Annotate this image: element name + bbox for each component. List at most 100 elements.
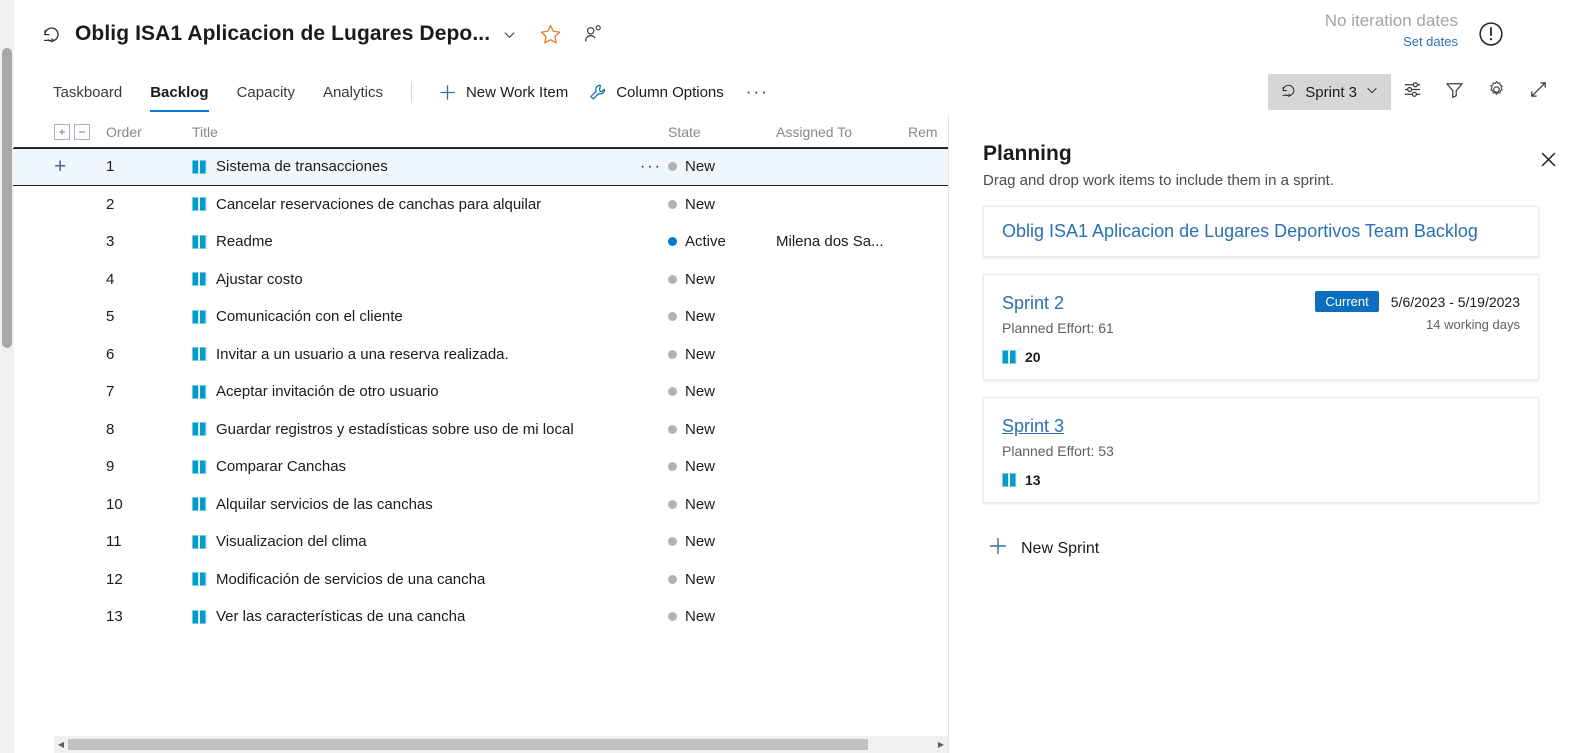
- page-vertical-scrollbar[interactable]: [0, 0, 14, 753]
- grid-scroll-thumb[interactable]: [68, 739, 868, 750]
- table-row[interactable]: 3Readme···ActiveMilena dos Sa...: [14, 223, 948, 261]
- star-icon[interactable]: [539, 23, 562, 46]
- table-row[interactable]: 12 Modificación de servicios de una canch…: [14, 561, 948, 599]
- status-badge: [668, 462, 677, 472]
- column-header-order[interactable]: Order: [106, 124, 192, 140]
- row-state: New: [668, 421, 776, 438]
- more-commands-button[interactable]: ···: [734, 75, 781, 109]
- row-assigned-to: Milena dos Sa...: [776, 233, 884, 251]
- funnel-icon: [1444, 79, 1465, 105]
- row-title[interactable]: Guardar registros y estadísticas sobre u…: [192, 421, 634, 438]
- row-title[interactable]: Comunicación con el cliente: [192, 308, 634, 325]
- team-backlog-link[interactable]: Oblig ISA1 Aplicacion de Lugares Deporti…: [1002, 221, 1478, 241]
- row-title[interactable]: Invitar a un usuario a una reserva reali…: [192, 346, 634, 363]
- user-story-icon: [192, 384, 207, 399]
- table-row[interactable]: 8 Guardar registros y estadísticas sobre …: [14, 411, 948, 449]
- tab-analytics[interactable]: Analytics: [309, 68, 397, 116]
- row-state: New: [668, 608, 776, 625]
- row-title[interactable]: Visualizacion del clima: [192, 533, 634, 550]
- table-row[interactable]: 9Comparar Canchas···New: [14, 448, 948, 486]
- tab-taskboard[interactable]: Taskboard: [38, 68, 136, 116]
- sprint-picker-button[interactable]: Sprint 3: [1268, 74, 1391, 110]
- row-title[interactable]: Ajustar costo: [192, 271, 634, 288]
- set-dates-link[interactable]: Set dates: [1325, 32, 1458, 52]
- row-state-text: New: [685, 308, 716, 326]
- status-badge: [668, 387, 677, 397]
- row-order: 13: [106, 608, 123, 626]
- row-title[interactable]: Readme: [192, 233, 634, 250]
- new-sprint-label: New Sprint: [1021, 539, 1100, 557]
- new-work-item-button[interactable]: New Work Item: [428, 75, 578, 109]
- row-order: 10: [106, 495, 123, 513]
- row-order: 7: [106, 383, 115, 401]
- sprint-name-link[interactable]: Sprint 3: [1002, 414, 1114, 438]
- row-state-text: Active: [685, 233, 726, 251]
- row-title[interactable]: Aceptar invitación de otro usuario: [192, 383, 634, 400]
- row-state: Active: [668, 233, 776, 250]
- settings-button[interactable]: [1475, 74, 1517, 110]
- expand-collapse-controls: + −: [54, 123, 106, 140]
- row-title-text: Sistema de transacciones: [216, 158, 388, 176]
- scroll-left-arrow[interactable]: ◀: [54, 740, 68, 749]
- row-state-text: New: [685, 158, 716, 176]
- table-row[interactable]: 11Visualizacion del clima···New: [14, 523, 948, 561]
- new-sprint-button[interactable]: New Sprint: [983, 529, 1539, 568]
- team-backlog-card[interactable]: Oblig ISA1 Aplicacion de Lugares Deporti…: [983, 206, 1539, 257]
- table-row[interactable]: 10Alquilar servicios de las canchas···Ne…: [14, 486, 948, 524]
- row-state-text: New: [685, 533, 716, 551]
- column-options-button[interactable]: Column Options: [578, 75, 734, 109]
- row-context-menu-button[interactable]: ···: [634, 158, 668, 176]
- fullscreen-button[interactable]: [1517, 74, 1559, 110]
- filter-button[interactable]: [1433, 74, 1475, 110]
- follow-person-icon[interactable]: [582, 23, 604, 45]
- grid-horizontal-scrollbar[interactable]: ◀ ▶: [54, 736, 948, 753]
- chevron-down-icon[interactable]: [502, 27, 517, 42]
- row-title-text: Modificación de servicios de una cancha: [216, 570, 486, 588]
- row-state-text: New: [685, 270, 716, 288]
- user-story-icon: [192, 422, 207, 437]
- table-row[interactable]: +1 Sistema de transacciones ··· New: [13, 148, 948, 186]
- column-header-state[interactable]: State: [668, 124, 776, 140]
- row-title[interactable]: Modificación de servicios de una cancha: [192, 571, 634, 588]
- row-title[interactable]: Comparar Canchas: [192, 458, 634, 475]
- row-order: 6: [106, 345, 115, 363]
- row-title-text: Comunicación con el cliente: [216, 308, 403, 326]
- no-iteration-dates-label: No iteration dates: [1324, 11, 1458, 30]
- gear-icon: [1486, 79, 1507, 105]
- status-badge: [668, 537, 677, 547]
- close-icon[interactable]: [1535, 146, 1561, 172]
- grid-rows: +1 Sistema de transacciones ··· New 2 Cancela…: [13, 148, 948, 636]
- table-row[interactable]: 5Comunicación con el cliente···New: [14, 298, 948, 336]
- table-row[interactable]: 4Ajustar costo···New: [14, 261, 948, 299]
- expand-all-icon[interactable]: +: [54, 123, 70, 140]
- sprint-name-link[interactable]: Sprint 2: [1002, 291, 1114, 315]
- table-row[interactable]: 6 Invitar a un usuario a una reserva real…: [14, 336, 948, 374]
- warning-circle-icon[interactable]: [1477, 20, 1505, 53]
- row-title[interactable]: Alquilar servicios de las canchas: [192, 496, 634, 513]
- collapse-all-icon[interactable]: −: [74, 123, 90, 140]
- row-order: 9: [106, 458, 115, 476]
- row-title-text: Ver las características de una cancha: [216, 608, 466, 626]
- view-options-button[interactable]: [1391, 74, 1433, 110]
- scroll-right-arrow[interactable]: ▶: [934, 740, 948, 749]
- row-title[interactable]: Ver las características de una cancha: [192, 608, 634, 625]
- grid-scroll-track[interactable]: [68, 736, 934, 753]
- user-story-icon: [192, 309, 207, 324]
- table-row[interactable]: 7Aceptar invitación de otro usuario···Ne…: [14, 373, 948, 411]
- page-vertical-scrollbar-thumb[interactable]: [2, 48, 12, 348]
- row-title[interactable]: Cancelar reservaciones de canchas para a…: [192, 196, 634, 213]
- main-content: Oblig ISA1 Aplicacion de Lugares Depo...…: [13, 0, 1583, 753]
- tab-capacity-label: Capacity: [236, 83, 295, 101]
- column-header-title[interactable]: Title: [192, 124, 668, 140]
- sprint-card[interactable]: Sprint 3 Planned Effort: 53 13: [983, 397, 1539, 503]
- new-work-item-label: New Work Item: [465, 83, 569, 101]
- table-row[interactable]: 2 Cancelar reservaciones de canchas para …: [14, 186, 948, 224]
- column-header-remaining[interactable]: Rem: [908, 124, 948, 140]
- table-row[interactable]: 13Ver las características de una cancha·…: [14, 598, 948, 636]
- tab-backlog[interactable]: Backlog: [136, 68, 222, 116]
- row-title[interactable]: Sistema de transacciones: [192, 158, 634, 175]
- add-child-button[interactable]: +: [54, 155, 106, 179]
- sprint-card[interactable]: Sprint 2 Planned Effort: 61 Current 5/6/202…: [983, 274, 1539, 380]
- tab-capacity[interactable]: Capacity: [223, 68, 309, 116]
- column-header-assigned-to[interactable]: Assigned To: [776, 124, 908, 140]
